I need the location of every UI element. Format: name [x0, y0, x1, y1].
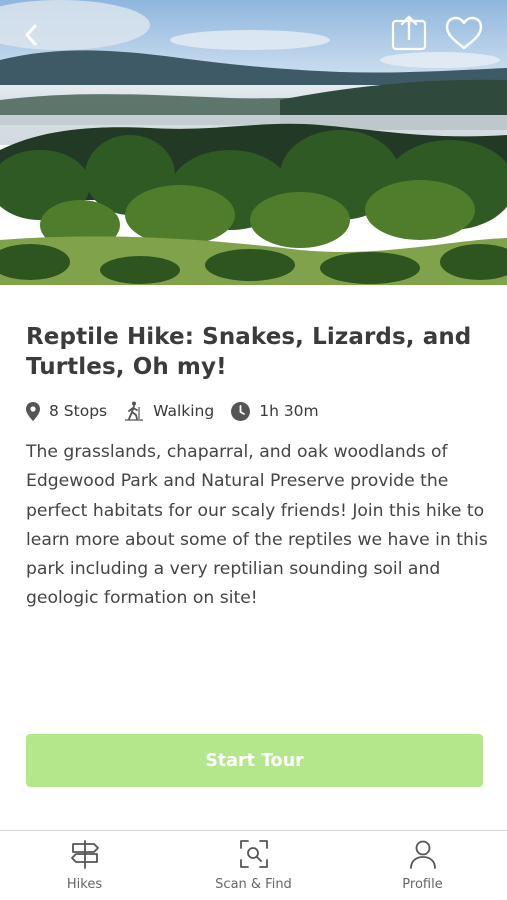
tour-title: Reptile Hike: Snakes, Lizards, and Turtl… — [26, 324, 472, 380]
mode-label: Walking — [153, 402, 215, 420]
favorite-button[interactable] — [442, 12, 486, 54]
signpost-icon — [70, 840, 99, 869]
hiker-icon — [125, 401, 144, 421]
clock-icon — [231, 401, 251, 421]
scan-icon — [239, 840, 268, 868]
nav-label-hikes: Hikes — [66, 877, 103, 892]
stops-info: 8 Stops — [26, 401, 108, 421]
tour-details: Reptile Hike: Snakes, Lizards, and Turtl… — [26, 322, 488, 614]
share-icon — [391, 15, 427, 51]
tour-description: The grasslands, chaparral, and oak woodl… — [26, 442, 488, 609]
bottom-nav: Hikes Scan & Find Profile — [0, 830, 507, 900]
nav-label-scan: Scan & Find — [215, 877, 292, 892]
nav-label-profile: Profile — [402, 877, 443, 892]
duration-info: 1h 30m — [231, 401, 319, 421]
share-button[interactable] — [388, 12, 430, 54]
back-button[interactable] — [12, 16, 50, 54]
person-icon — [409, 840, 436, 869]
mode-info: Walking — [124, 401, 214, 421]
hero-image — [0, 0, 507, 285]
start-tour-label: Start Tour — [205, 750, 304, 771]
start-tour-button[interactable]: Start Tour — [26, 734, 483, 787]
heart-icon — [445, 16, 483, 50]
tour-meta: 8 Stops Walking 1h 30m — [26, 400, 486, 422]
map-pin-icon — [26, 401, 40, 421]
nav-item-profile[interactable]: Profile — [338, 831, 507, 900]
nav-item-scan[interactable]: Scan & Find — [169, 831, 338, 900]
landscape-image — [0, 0, 507, 285]
nav-item-hikes[interactable]: Hikes — [0, 831, 169, 900]
chevron-left-icon — [25, 24, 37, 46]
stops-label: 8 Stops — [49, 402, 108, 420]
duration-label: 1h 30m — [259, 402, 319, 420]
